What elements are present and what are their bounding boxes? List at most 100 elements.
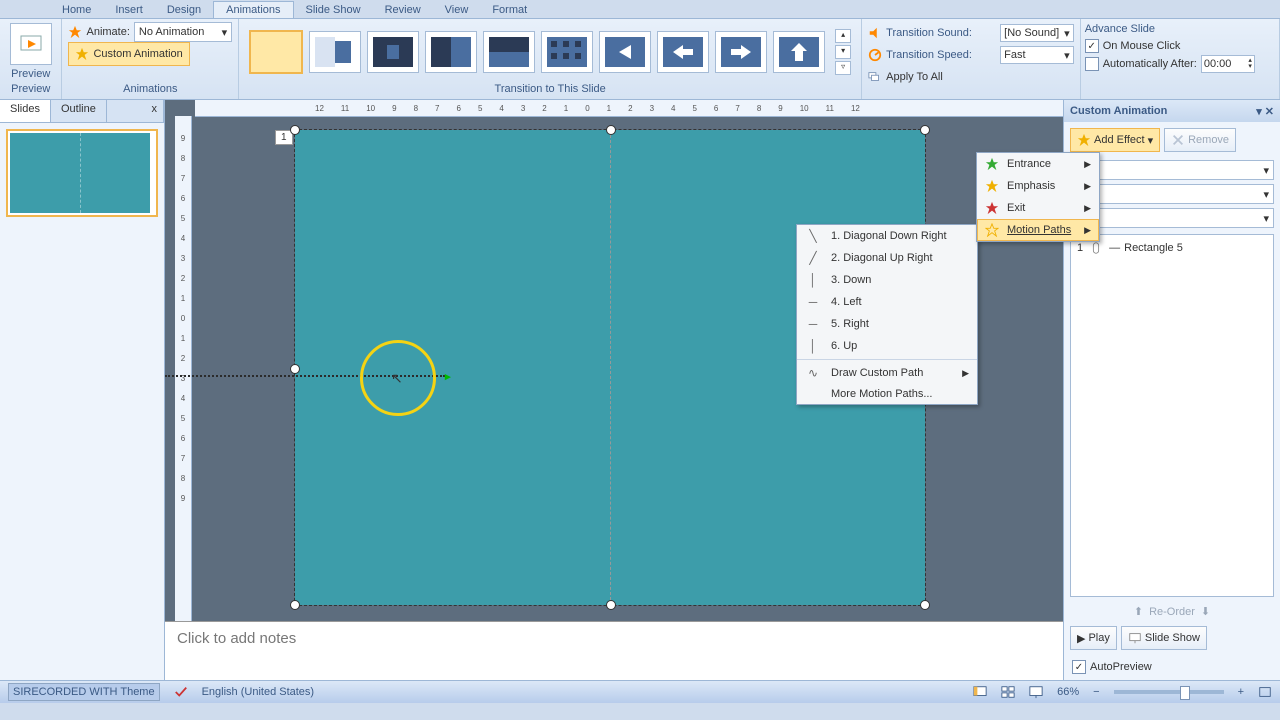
reorder-up[interactable]: ⬆	[1134, 605, 1143, 618]
path-right[interactable]: ─5. Right	[797, 313, 977, 335]
scribble-icon: ∿	[805, 366, 821, 380]
path-icon: —	[1109, 242, 1118, 254]
modify-property-dropdown[interactable]: ▾	[1070, 184, 1274, 204]
mi-label: 5. Right	[831, 318, 869, 330]
tab-design[interactable]: Design	[155, 2, 213, 18]
gallery-more[interactable]: ▿	[835, 61, 851, 75]
slides-tab[interactable]: Slides	[0, 100, 51, 122]
tab-home[interactable]: Home	[50, 2, 103, 18]
menu-motion-paths-label: Motion Paths	[1007, 224, 1071, 236]
spellcheck-icon[interactable]	[174, 685, 188, 699]
line-icon: │	[805, 339, 821, 353]
zoom-in[interactable]: +	[1238, 686, 1244, 698]
modify-start-dropdown[interactable]: ▾	[1070, 160, 1274, 180]
slideshow-button[interactable]: Slide Show	[1121, 626, 1207, 650]
modify-speed-dropdown[interactable]: ▾	[1070, 208, 1274, 228]
play-button[interactable]: ▶ Play	[1070, 626, 1117, 650]
path-diagonal-up-right[interactable]: ╱2. Diagonal Up Right	[797, 247, 977, 269]
resize-handle[interactable]	[290, 125, 300, 135]
anim-item-label: Rectangle 5	[1124, 242, 1183, 254]
outline-tab[interactable]: Outline	[51, 100, 107, 122]
transition-item[interactable]	[425, 31, 477, 73]
apply-all-button[interactable]: Apply To All	[886, 71, 943, 83]
view-slideshow-icon[interactable]	[1029, 685, 1043, 699]
cursor-icon: ↖	[391, 370, 403, 387]
notes-pane[interactable]: Click to add notes	[165, 621, 1063, 680]
transition-item[interactable]	[309, 31, 361, 73]
autopreview-checkbox[interactable]: ✓	[1072, 660, 1086, 674]
tab-insert[interactable]: Insert	[103, 2, 155, 18]
animate-dropdown[interactable]: No Animation▾	[134, 22, 232, 42]
fit-icon[interactable]	[1258, 685, 1272, 699]
menu-motion-paths[interactable]: Motion Paths▶	[977, 219, 1099, 241]
more-motion-paths[interactable]: More Motion Paths...	[797, 384, 977, 404]
transition-item[interactable]	[541, 31, 593, 73]
add-effect-label: Add Effect	[1094, 134, 1145, 146]
slide-thumbnail[interactable]	[6, 129, 158, 217]
resize-handle[interactable]	[606, 125, 616, 135]
path-down[interactable]: │3. Down	[797, 269, 977, 291]
transition-item[interactable]	[773, 31, 825, 73]
star-icon	[75, 47, 89, 61]
guide-line	[610, 130, 611, 605]
transition-sound-value: [No Sound]	[1004, 27, 1059, 39]
transition-speed-dropdown[interactable]: Fast▾	[1000, 46, 1074, 64]
zoom-out[interactable]: −	[1093, 686, 1099, 698]
speed-icon	[868, 48, 882, 62]
transition-item[interactable]	[483, 31, 535, 73]
resize-handle[interactable]	[290, 364, 300, 374]
tab-review[interactable]: Review	[373, 2, 433, 18]
on-click-checkbox[interactable]: ✓	[1085, 39, 1099, 53]
tab-slideshow[interactable]: Slide Show	[294, 2, 373, 18]
view-normal-icon[interactable]	[973, 685, 987, 699]
exit-icon	[985, 201, 999, 215]
mi-label: More Motion Paths...	[831, 388, 933, 400]
status-language[interactable]: English (United States)	[202, 686, 315, 698]
zoom-value[interactable]: 66%	[1057, 686, 1079, 698]
resize-handle[interactable]	[920, 125, 930, 135]
menu-emphasis[interactable]: Emphasis▶	[977, 175, 1099, 197]
path-left[interactable]: ─4. Left	[797, 291, 977, 313]
resize-handle[interactable]	[920, 600, 930, 610]
view-sorter-icon[interactable]	[1001, 685, 1015, 699]
line-icon: │	[805, 273, 821, 287]
mi-label: Draw Custom Path	[831, 367, 923, 379]
zoom-slider[interactable]	[1114, 690, 1224, 694]
remove-button[interactable]: Remove	[1164, 128, 1236, 152]
transition-sound-label: Transition Sound:	[886, 27, 996, 39]
preview-label: Preview	[11, 68, 50, 80]
tab-format[interactable]: Format	[480, 2, 539, 18]
transition-sound-dropdown[interactable]: [No Sound]▾	[1000, 24, 1074, 42]
star-icon	[1077, 133, 1091, 147]
add-effect-menu: Entrance▶ Emphasis▶ Exit▶ Motion Paths▶	[976, 152, 1100, 242]
transition-none[interactable]	[249, 30, 303, 74]
animation-list-item[interactable]: 1 — Rectangle 5	[1075, 239, 1269, 257]
auto-after-spinner[interactable]: 00:00▴▾	[1201, 55, 1255, 73]
transition-item[interactable]	[715, 31, 767, 73]
path-diagonal-down-right[interactable]: ╲1. Diagonal Down Right	[797, 225, 977, 247]
transition-item[interactable]	[657, 31, 709, 73]
gallery-up[interactable]: ▴	[835, 29, 851, 43]
pane-menu-icon[interactable]: ▾	[1256, 106, 1262, 118]
status-bar: SIRECORDED WITH Theme English (United St…	[0, 680, 1280, 703]
resize-handle[interactable]	[290, 600, 300, 610]
gallery-down[interactable]: ▾	[835, 45, 851, 59]
resize-handle[interactable]	[606, 600, 616, 610]
pane-title: Custom Animation	[1070, 105, 1167, 117]
reorder-down[interactable]: ⬇	[1201, 605, 1210, 618]
auto-after-checkbox[interactable]	[1085, 57, 1099, 71]
custom-animation-button[interactable]: Custom Animation	[68, 42, 189, 66]
add-effect-button[interactable]: Add Effect▾	[1070, 128, 1160, 152]
path-up[interactable]: │6. Up	[797, 335, 977, 357]
transition-item[interactable]	[367, 31, 419, 73]
line-icon: ╱	[805, 251, 821, 265]
tab-animations[interactable]: Animations	[213, 1, 293, 18]
panel-close[interactable]: x	[146, 100, 165, 122]
menu-exit[interactable]: Exit▶	[977, 197, 1099, 219]
menu-entrance[interactable]: Entrance▶	[977, 153, 1099, 175]
transition-item[interactable]	[599, 31, 651, 73]
draw-custom-path[interactable]: ∿Draw Custom Path▶	[797, 362, 977, 384]
preview-button[interactable]	[10, 23, 52, 65]
pane-close-icon[interactable]: ✕	[1265, 106, 1274, 118]
tab-view[interactable]: View	[433, 2, 481, 18]
